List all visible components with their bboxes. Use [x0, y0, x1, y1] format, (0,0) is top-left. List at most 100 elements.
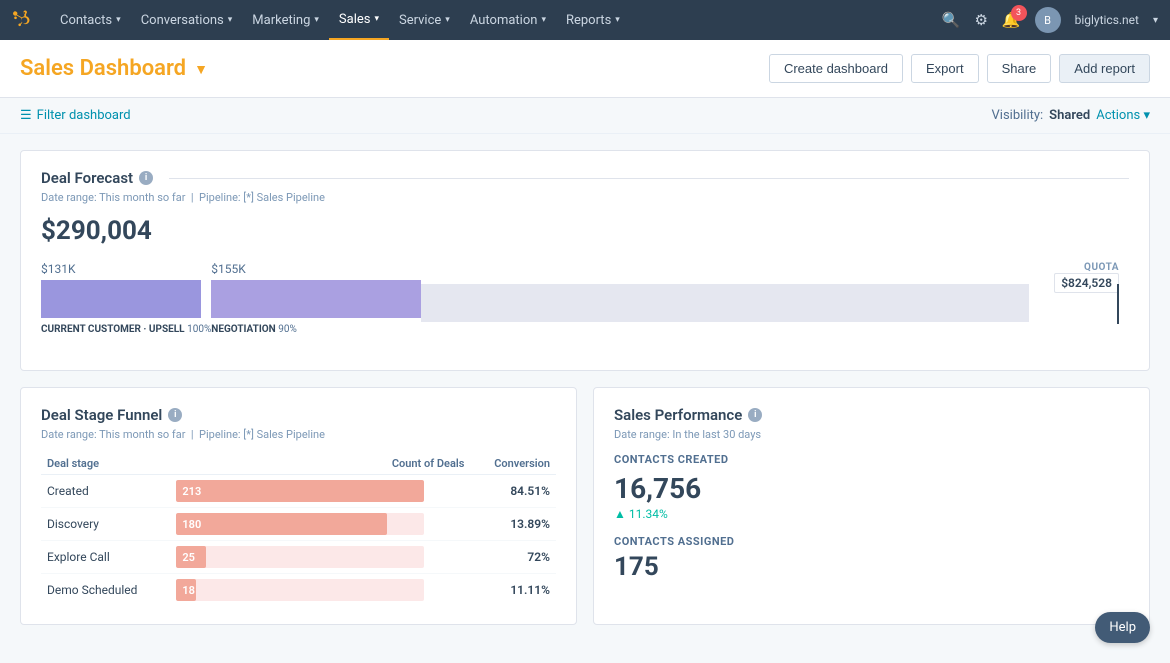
filter-dashboard-link[interactable]: ☰ Filter dashboard	[20, 108, 131, 123]
nav-marketing-caret: ▾	[314, 15, 319, 25]
create-dashboard-button[interactable]: Create dashboard	[769, 54, 903, 83]
quota-vertical-line	[1117, 284, 1119, 324]
two-col-row: Deal Stage Funnel i Date range: This mon…	[20, 387, 1150, 641]
nav-sales[interactable]: Sales ▾	[329, 0, 389, 40]
bar-negotiation-stage-label: NEGOTIATION 90%	[211, 324, 421, 335]
stage-name: Created	[41, 475, 170, 508]
top-navigation: Contacts ▾ Conversations ▾ Marketing ▾ S…	[0, 0, 1170, 40]
table-row: Created 213 84.51%	[41, 475, 556, 508]
stage-name: Discovery	[41, 508, 170, 541]
nav-service-caret: ▾	[445, 15, 450, 25]
nav-reports[interactable]: Reports ▾	[556, 0, 630, 40]
contacts-assigned-label: CONTACTS ASSIGNED	[614, 535, 1129, 548]
avatar[interactable]: B	[1035, 7, 1061, 33]
deal-stage-funnel-subtitle: Date range: This month so far | Pipeline…	[41, 428, 556, 441]
contacts-assigned-section: CONTACTS ASSIGNED 175	[614, 535, 1129, 582]
bar-group-negotiation: $155K NEGOTIATION 90%	[211, 262, 421, 335]
table-row: Demo Scheduled 18 11.11%	[41, 574, 556, 607]
settings-icon[interactable]: ⚙	[974, 11, 987, 29]
bar-cell: 18	[170, 574, 430, 607]
bar-upsell-rect	[41, 280, 201, 318]
help-button[interactable]: Help	[1095, 612, 1150, 643]
funnel-table: Deal stage Count of Deals Conversion Cre…	[41, 453, 556, 606]
col-stage: Deal stage	[41, 453, 170, 475]
filter-bar: ☰ Filter dashboard Visibility: Shared Ac…	[0, 98, 1170, 134]
filter-icon: ☰	[20, 108, 32, 123]
contacts-created-value: 16,756	[614, 472, 1129, 505]
sales-performance-info-icon[interactable]: i	[748, 408, 762, 422]
main-content: Deal Forecast i Date range: This month s…	[0, 134, 1170, 657]
deal-forecast-chart: QUOTA $824,528 $131K CURRENT CUSTOMER · …	[41, 262, 1129, 352]
bar-empty	[421, 284, 1029, 322]
actions-caret: ▾	[1143, 108, 1150, 123]
dashboard-title: Sales Dashboard	[20, 56, 186, 81]
nav-sales-caret: ▾	[374, 14, 379, 24]
forecast-bars-row: $131K CURRENT CUSTOMER · UPSELL 100% $15…	[41, 262, 1029, 335]
deal-forecast-subtitle: Date range: This month so far | Pipeline…	[41, 191, 1129, 204]
nav-contacts-caret: ▾	[116, 15, 121, 25]
deal-stage-funnel-title: Deal Stage Funnel i	[41, 406, 556, 424]
nav-automation[interactable]: Automation ▾	[460, 0, 556, 40]
table-row: Discovery 180 13.89%	[41, 508, 556, 541]
deal-forecast-title: Deal Forecast i	[41, 169, 1129, 187]
contacts-created-section: CONTACTS CREATED 16,756 ▲ 11.34%	[614, 453, 1129, 521]
deal-forecast-amount: $290,004	[41, 216, 1129, 246]
bar-cell: 180	[170, 508, 430, 541]
notifications-icon[interactable]: 🔔 3	[1002, 11, 1021, 29]
bar-cell: 25	[170, 541, 430, 574]
contacts-created-label: CONTACTS CREATED	[614, 453, 1129, 466]
nav-reports-caret: ▾	[615, 15, 620, 25]
search-icon[interactable]: 🔍	[942, 11, 961, 29]
stage-name: Demo Scheduled	[41, 574, 170, 607]
count-value	[430, 574, 470, 607]
user-menu-caret[interactable]: ▾	[1153, 15, 1158, 26]
bar-group-upsell: $131K CURRENT CUSTOMER · UPSELL 100%	[41, 262, 211, 335]
nav-conversations-caret: ▾	[228, 15, 233, 25]
count-value	[430, 541, 470, 574]
dashboard-header: Sales Dashboard ▼ Create dashboard Expor…	[0, 40, 1170, 98]
nav-automation-caret: ▾	[541, 15, 546, 25]
count-value	[430, 508, 470, 541]
conversion-value: 72%	[470, 541, 556, 574]
deal-stage-funnel-card: Deal Stage Funnel i Date range: This mon…	[20, 387, 577, 625]
bar-upsell-label-top: $131K	[41, 262, 211, 276]
table-row: Explore Call 25 72%	[41, 541, 556, 574]
add-report-button[interactable]: Add report	[1059, 54, 1150, 83]
change-up-arrow: ▲	[614, 507, 626, 521]
conversion-value: 11.11%	[470, 574, 556, 607]
contacts-created-change: ▲ 11.34%	[614, 507, 1129, 521]
hubspot-logo[interactable]	[12, 9, 34, 31]
bar-cell: 213	[170, 475, 430, 508]
bar-negotiation-rect	[211, 280, 421, 318]
deal-stage-funnel-info-icon[interactable]: i	[168, 408, 182, 422]
dashboard-title-area: Sales Dashboard ▼	[20, 56, 208, 81]
sales-performance-subtitle: Date range: In the last 30 days	[614, 428, 1129, 441]
nav-conversations[interactable]: Conversations ▾	[131, 0, 243, 40]
actions-button[interactable]: Actions ▾	[1096, 108, 1150, 123]
export-button[interactable]: Export	[911, 54, 979, 83]
deal-forecast-info-icon[interactable]: i	[139, 171, 153, 185]
bar-negotiation-label-top: $155K	[211, 262, 421, 276]
visibility-value: Shared	[1049, 108, 1090, 123]
nav-marketing[interactable]: Marketing ▾	[242, 0, 329, 40]
visibility-area: Visibility: Shared Actions ▾	[992, 108, 1150, 123]
user-label[interactable]: biglytics.net	[1075, 13, 1139, 27]
dashboard-actions: Create dashboard Export Share Add report	[769, 54, 1150, 83]
nav-contacts[interactable]: Contacts ▾	[50, 0, 131, 40]
deal-forecast-card: Deal Forecast i Date range: This month s…	[20, 150, 1150, 371]
share-button[interactable]: Share	[987, 54, 1052, 83]
conversion-value: 84.51%	[470, 475, 556, 508]
dashboard-title-dropdown[interactable]: ▼	[194, 61, 208, 77]
stage-name: Explore Call	[41, 541, 170, 574]
notification-badge: 3	[1011, 5, 1027, 21]
quota-value: $824,528	[1054, 273, 1119, 293]
sales-performance-title: Sales Performance i	[614, 406, 1129, 424]
nav-service[interactable]: Service ▾	[389, 0, 460, 40]
quota-area: QUOTA $824,528	[1054, 262, 1119, 293]
col-count: Count of Deals	[170, 453, 470, 475]
sales-performance-card: Sales Performance i Date range: In the l…	[593, 387, 1150, 625]
quota-label: QUOTA	[1054, 262, 1119, 273]
conversion-value: 13.89%	[470, 508, 556, 541]
bar-upsell-stage-label: CURRENT CUSTOMER · UPSELL 100%	[41, 324, 211, 335]
count-value	[430, 475, 470, 508]
